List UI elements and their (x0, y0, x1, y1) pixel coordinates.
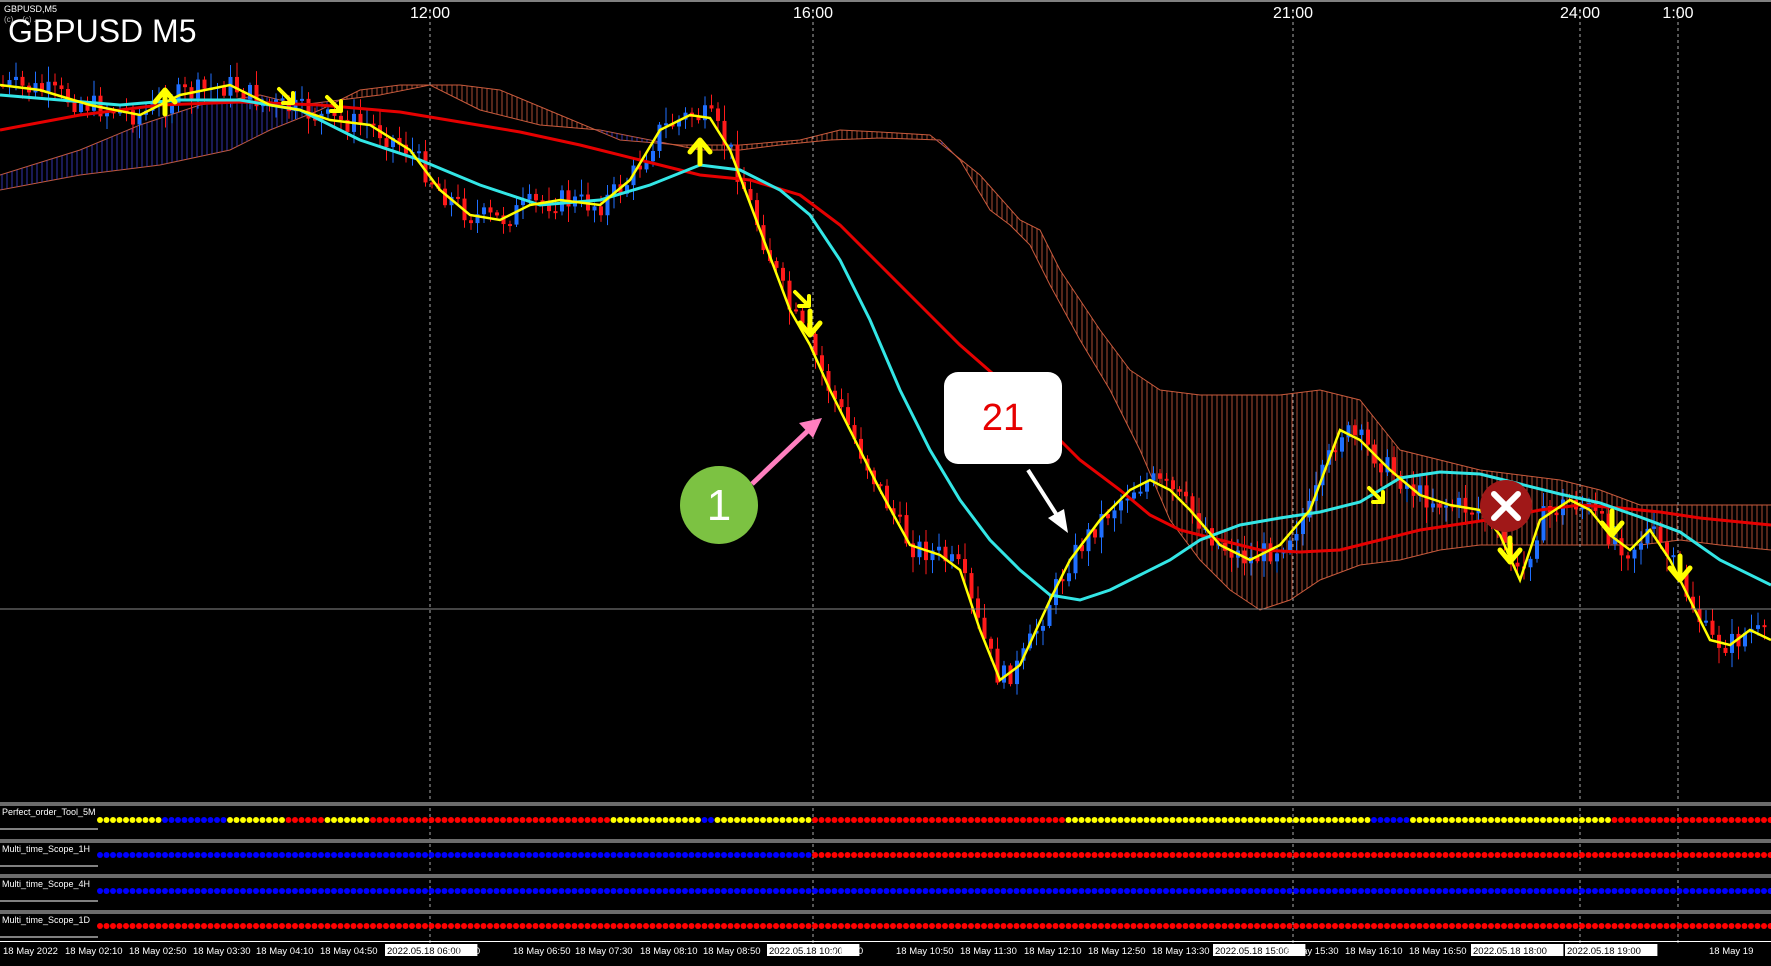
bottom-time-label: 2022.05.18 18:00 (1473, 946, 1547, 957)
bottom-time-label: 18 May 15:30 (1281, 946, 1339, 957)
indicator-pane-label: Multi_time_Scope_1H (2, 844, 90, 854)
bottom-time-label: 2022.05.18 19:00 (1567, 946, 1641, 957)
bottom-time-label: 18 May 08:10 (640, 946, 698, 957)
bottom-time-label: 18 May 02:50 (129, 946, 187, 957)
callout-label: 21 (982, 397, 1024, 439)
bottom-time-label: 18 May 2022 (3, 946, 58, 957)
bottom-time-label: 18 May 10:50 (896, 946, 954, 957)
indicator-pane-label: Perfect_order_Tool_5M (2, 807, 96, 817)
candle (1008, 663, 1013, 687)
bottom-time-label: 18 May 12:10 (1024, 946, 1082, 957)
bottom-time-label: y 10:10 (832, 946, 863, 957)
bottom-time-label: 18 May 08:50 (703, 946, 761, 957)
top-time-label: 12:00 (410, 5, 450, 22)
bottom-time-label: 18 May 11:30 (960, 946, 1017, 957)
bottom-time-label: 18 May 16:50 (1409, 946, 1467, 957)
chart-area[interactable]: 1 21 12:00 16:00 21:00 24:00 1:00 GBPUSD,M5 … (0, 0, 1771, 966)
top-time-label: 24:00 (1560, 5, 1600, 22)
circle-badge-label: 1 (707, 481, 731, 530)
chart-title: GBPUSD M5 (8, 13, 196, 49)
indicator-pane-label: Multi_time_Scope_1D (2, 915, 91, 925)
top-time-label: 16:00 (793, 5, 833, 22)
bottom-time-label: 18 May 02:10 (65, 946, 123, 957)
indicator-pane-label: Multi_time_Scope_4H (2, 879, 90, 889)
bottom-time-label: 2022.05.18 15:00 (1215, 946, 1289, 957)
bottom-time-label: 18 May 16:10 (1345, 946, 1403, 957)
bottom-time-label: 18 May 13:30 (1152, 946, 1210, 957)
top-time-label: 21:00 (1273, 5, 1313, 22)
bottom-time-label: 18 May 19 (1709, 946, 1753, 957)
bottom-time-label: 18 May 03:30 (193, 946, 251, 957)
bottom-time-label: 18 May 06:50 (513, 946, 571, 957)
bottom-time-label: y 06:10 (449, 946, 480, 957)
bottom-time-label: 18 May 04:50 (320, 946, 378, 957)
bottom-time-label: 18 May 07:30 (575, 946, 633, 957)
bottom-time-label: 18 May 04:10 (256, 946, 314, 957)
bottom-time-label: 18 May 12:50 (1088, 946, 1146, 957)
top-time-label: 1:00 (1662, 5, 1693, 22)
